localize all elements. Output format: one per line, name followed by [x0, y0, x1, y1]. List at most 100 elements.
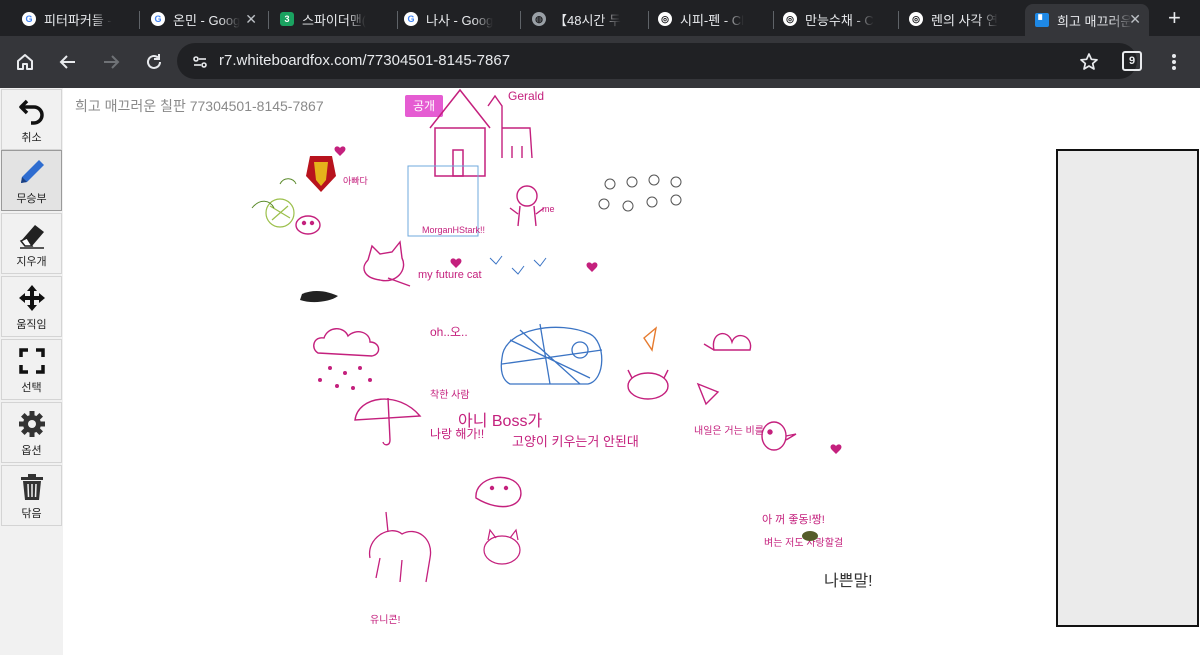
minimap-panel[interactable] [1056, 149, 1199, 627]
tab-label: 시피-펜 - Cl [680, 12, 745, 28]
site-icon: 3 [280, 12, 294, 26]
tab[interactable]: G 온민 - Goog ✕ [141, 4, 265, 34]
drawing-text: oh..오.. [430, 325, 468, 339]
pen-icon [20, 160, 44, 183]
drawing-text: 나쁜말! [824, 572, 873, 590]
tool-label: 무승부 [16, 193, 47, 205]
eraser-icon [19, 225, 44, 249]
tab-label: 만능수채 - C [805, 12, 874, 28]
menu-icon[interactable] [1160, 48, 1188, 76]
home-icon[interactable] [11, 48, 39, 76]
tab-label: 온민 - Goog [173, 12, 241, 28]
tab[interactable]: G 피터파커들 - [12, 4, 136, 34]
tab[interactable]: ◎ 만능수채 - C [773, 4, 897, 34]
move-icon [18, 285, 45, 311]
whiteboard-canvas[interactable]: Gerald 아빠다 MorganHStark!! me my future c… [240, 88, 960, 633]
eraser-tool-button[interactable]: 지우개 [1, 213, 62, 274]
tab-strip: G 피터파커들 - G 온민 - Goog ✕ 3 스파이더맨( G 나사 - … [0, 0, 1200, 36]
blob-doodle [802, 531, 818, 541]
forward-icon[interactable] [97, 48, 125, 76]
drawing-text: 착한 사람 [430, 388, 470, 401]
tool-label: 선택 [21, 382, 42, 394]
whiteboard-icon: ▘ [1035, 13, 1049, 27]
bird-doodle [761, 421, 797, 451]
tool-label: 지우개 [16, 256, 47, 268]
cat-doodle [363, 240, 411, 287]
undo-icon [18, 99, 44, 125]
chatgpt-icon: ◎ [783, 12, 797, 26]
google-icon: G [22, 12, 36, 26]
drawing-text: my future cat [418, 269, 482, 281]
undo-button[interactable]: 취소 [1, 89, 62, 150]
tab-label: 스파이더맨( [302, 12, 367, 28]
reload-icon[interactable] [140, 48, 168, 76]
llama-doodle [487, 94, 533, 159]
tab-label: 렌의 사각 연 [931, 12, 999, 28]
chatgpt-icon: ◎ [909, 12, 923, 26]
chatgpt-icon: ◎ [658, 12, 672, 26]
face-doodle [295, 215, 321, 235]
cloud-doodle [313, 328, 380, 357]
tab[interactable]: 3 스파이더맨( [270, 4, 394, 34]
cat-face-doodle [483, 528, 521, 565]
close-icon[interactable]: ✕ [1129, 11, 1141, 27]
carrot-doodle [643, 326, 658, 352]
trash-icon [20, 474, 43, 500]
blue-doodles [489, 255, 547, 275]
drawing-text: 아빠다 [343, 176, 369, 186]
clear-button[interactable]: 닦음 [1, 465, 62, 526]
drawing-text: Gerald [508, 89, 544, 103]
globe-icon: ◍ [532, 12, 546, 26]
umbrella-doodle [354, 397, 422, 446]
tab-active[interactable]: ▘ 희고 매끄러운 ✕ [1025, 4, 1149, 36]
google-icon: G [404, 12, 418, 26]
drawing-text: 아 꺼 좋동!짱! [762, 513, 825, 526]
select-tool-button[interactable]: 선택 [1, 339, 62, 400]
move-tool-button[interactable]: 움직임 [1, 276, 62, 337]
tab[interactable]: G 나사 - Goog [394, 4, 518, 34]
tool-label: 움직임 [16, 319, 47, 331]
tool-label: 옵션 [21, 445, 42, 457]
tool-label: 닦음 [21, 508, 42, 520]
tab-label: 【48시간 두 [554, 12, 621, 28]
bookmark-star-icon[interactable] [1075, 48, 1103, 76]
pizza-doodle [696, 382, 720, 406]
tab-count-button[interactable]: 9 [1122, 51, 1142, 71]
tab[interactable]: ◎ 렌의 사각 연 [899, 4, 1023, 34]
tool-panel: 취소 무승부 지우개 움직임 선택 옵션 닦음 [0, 88, 63, 655]
tab[interactable]: ◎ 시피-펜 - Cl [648, 4, 772, 34]
blob-doodle [475, 476, 522, 508]
new-tab-icon[interactable]: + [1168, 7, 1181, 29]
google-icon: G [151, 12, 165, 26]
site-info-icon[interactable] [186, 48, 214, 76]
girl-doodle [509, 185, 545, 227]
butterfly-doodle [703, 332, 752, 351]
drawing-text: me [542, 204, 555, 214]
pen-tool-button[interactable]: 무승부 [1, 150, 62, 211]
pig-doodle [627, 369, 669, 400]
drawing-text: 고양이 키우는거 안된대 [512, 434, 639, 449]
url-text[interactable]: r7.whiteboardfox.com/77304501-8145-7867 [219, 52, 510, 69]
scribble-doodle [300, 290, 338, 303]
unicorn-doodle [369, 511, 432, 583]
gear-icon [18, 411, 45, 437]
drawing-text: 내일은 거는 비를 [694, 425, 764, 437]
rain-doodle [318, 366, 372, 390]
back-icon[interactable] [54, 48, 82, 76]
drawing-text: MorganHStark!! [422, 225, 485, 235]
tab-label: 피터파커들 - [44, 12, 112, 28]
house-doodle [429, 88, 491, 177]
cat-faces-doodle [598, 174, 682, 212]
ironman-doodle [306, 156, 336, 192]
select-icon [18, 348, 45, 374]
drawing-text: 나랑 해가!! [430, 427, 484, 441]
tab-label: 희고 매끄러운 [1057, 13, 1133, 29]
options-button[interactable]: 옵션 [1, 402, 62, 463]
drawing-text: 유니콘! [370, 614, 400, 626]
turtle-doodle [500, 323, 603, 385]
tab-label: 나사 - Goog [426, 12, 494, 28]
tool-label: 취소 [21, 132, 42, 144]
tab[interactable]: ◍ 【48시간 두 [522, 4, 646, 34]
close-icon[interactable]: ✕ [245, 11, 257, 27]
green-doodles [251, 178, 297, 209]
